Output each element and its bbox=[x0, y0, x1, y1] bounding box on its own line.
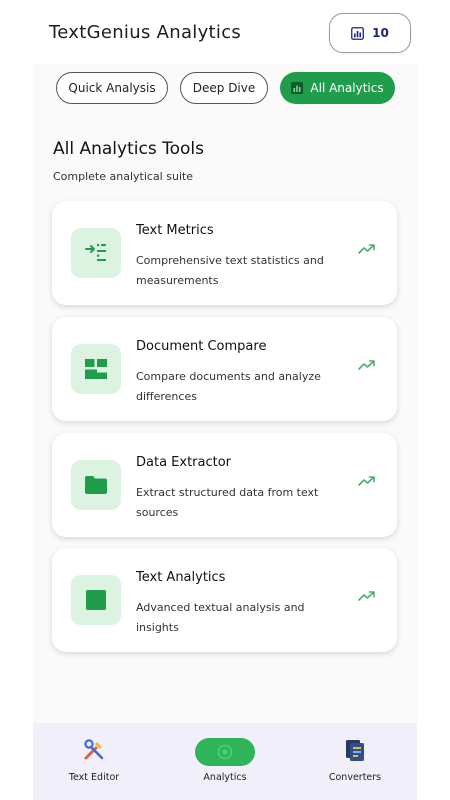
bar-chart-icon bbox=[351, 26, 365, 40]
tool-card-data-extractor[interactable]: Data Extractor Extract structured data f… bbox=[52, 433, 397, 537]
bottom-navigation: Text Editor Analytics Converters bbox=[33, 723, 417, 800]
square-icon bbox=[71, 575, 121, 625]
filter-all-analytics[interactable]: All Analytics bbox=[280, 72, 395, 104]
section-subtitle: Complete analytical suite bbox=[53, 170, 194, 183]
filter-quick-analysis[interactable]: Quick Analysis bbox=[56, 72, 168, 104]
filter-deep-dive[interactable]: Deep Dive bbox=[180, 72, 268, 104]
chart-square-icon bbox=[291, 82, 304, 94]
nav-label: Text Editor bbox=[68, 772, 120, 783]
text-metrics-icon bbox=[71, 228, 121, 278]
card-description: Compare documents and analyze difference… bbox=[136, 370, 321, 403]
tools-icon bbox=[84, 739, 104, 760]
card-description: Comprehensive text statistics and measur… bbox=[136, 254, 324, 287]
analytics-count-button[interactable]: 10 bbox=[329, 13, 411, 53]
nav-converters[interactable]: Converters bbox=[295, 723, 415, 800]
filter-label: All Analytics bbox=[310, 81, 384, 95]
filter-label: Deep Dive bbox=[192, 81, 256, 95]
card-title: Text Analytics bbox=[136, 570, 226, 585]
nav-label: Converters bbox=[328, 772, 382, 783]
analytics-count: 10 bbox=[372, 26, 389, 40]
trending-up-icon bbox=[358, 591, 375, 601]
card-title: Document Compare bbox=[136, 339, 267, 354]
trending-up-icon bbox=[358, 244, 375, 254]
nav-label: Analytics bbox=[203, 772, 247, 783]
tool-card-text-metrics[interactable]: Text Metrics Comprehensive text statisti… bbox=[52, 201, 397, 305]
tool-card-text-analytics[interactable]: Text Analytics Advanced textual analysis… bbox=[52, 548, 397, 652]
card-description: Extract structured data from text source… bbox=[136, 486, 319, 519]
card-title: Text Metrics bbox=[136, 223, 214, 238]
section-title: All Analytics Tools bbox=[53, 139, 204, 159]
converter-icon bbox=[346, 740, 364, 761]
app-title: TextGenius Analytics bbox=[49, 22, 242, 43]
trending-up-icon bbox=[358, 360, 375, 370]
tool-card-document-compare[interactable]: Document Compare Compare documents and a… bbox=[52, 317, 397, 421]
trending-up-icon bbox=[358, 476, 375, 486]
analytics-icon bbox=[217, 744, 233, 760]
app-header: TextGenius Analytics 10 bbox=[0, 0, 450, 68]
nav-analytics[interactable]: Analytics bbox=[165, 723, 285, 800]
card-title: Data Extractor bbox=[136, 455, 232, 470]
active-indicator bbox=[195, 738, 255, 766]
dashboard-icon bbox=[71, 344, 121, 394]
card-description: Advanced textual analysis and insights bbox=[136, 601, 305, 634]
nav-text-editor[interactable]: Text Editor bbox=[34, 723, 154, 800]
filter-label: Quick Analysis bbox=[68, 81, 156, 95]
folder-icon bbox=[71, 460, 121, 510]
